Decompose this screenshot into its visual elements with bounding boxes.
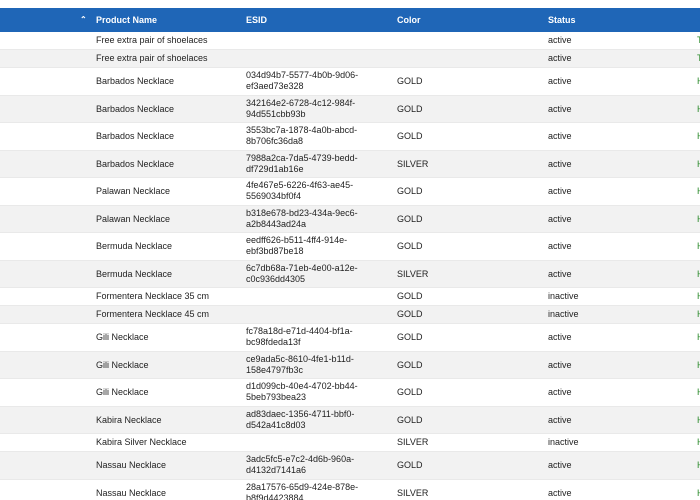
- cell-product-name: Barbados Necklace: [96, 158, 175, 169]
- cell-product-name: Bermuda Necklace: [96, 268, 173, 279]
- cell-product-name: Palawan Necklace: [96, 213, 171, 224]
- cell-color: SILVER: [397, 437, 429, 447]
- cell-product-name: Nassau Necklace: [96, 487, 167, 498]
- cell-color: SILVER: [397, 158, 429, 169]
- cell-color: GOLD: [397, 213, 423, 224]
- cell-esid: 3553bc7a-1878-4a0b-abcd-8b706fc36da8: [246, 125, 358, 146]
- table-row[interactable]: Formentera Necklace 35 cmGOLDinactiveH: [0, 288, 700, 306]
- cell-esid: b318e678-bd23-434a-9ec6-a2b8443ad24a: [246, 207, 358, 229]
- table-row[interactable]: Barbados Necklace 034d94b7-5577-4b0b-9d06…: [0, 68, 700, 96]
- cell-status: active: [548, 460, 572, 470]
- cell-status: inactive: [548, 437, 579, 447]
- cell-esid: ce9ada5c-8610-4fe1-b11d-158e4797fb3c: [246, 353, 354, 375]
- cell-status: active: [548, 213, 572, 224]
- cell-product-name: Palawan Necklace: [96, 186, 171, 196]
- cell-product-name: Free extra pair of shoelaces: [96, 53, 208, 63]
- cell-status: active: [548, 186, 572, 196]
- cell-status: active: [548, 387, 572, 397]
- cell-esid: eedff626-b511-4ff4-914e-ebf3bd87be18: [246, 235, 348, 256]
- cell-status: active: [548, 414, 572, 425]
- table-row[interactable]: Gili Necklace d1d099cb-40e4-4702-bb44-5be…: [0, 379, 700, 407]
- cell-status: active: [548, 35, 572, 45]
- table-row[interactable]: Barbados Necklace 7988a2ca-7da5-4739-bedd…: [0, 150, 700, 178]
- cell-product-name: Formentera Necklace 35 cm: [96, 291, 210, 301]
- table-row[interactable]: Gili Necklace fc78a18d-e71d-4404-bf1a-bc9…: [0, 324, 700, 352]
- cell-product-name: Kabira Necklace: [96, 414, 162, 425]
- cell-product-name: Nassau Necklace: [96, 460, 167, 470]
- cell-esid: ad83daec-1356-4711-bbf0-d542a41c8d03: [246, 408, 355, 430]
- column-header-product-name[interactable]: Product Name: [96, 8, 157, 32]
- table-row[interactable]: Kabira Necklace ad83daec-1356-4711-bbf0-d…: [0, 406, 700, 434]
- cell-status: active: [548, 103, 572, 114]
- cell-color: GOLD: [397, 131, 423, 141]
- sort-ascending-icon[interactable]: ⌃: [80, 8, 87, 32]
- cell-product-name: Free extra pair of shoelaces: [96, 35, 208, 45]
- table-row[interactable]: Palawan Necklace 4fe467e5-6226-4f63-ae45-…: [0, 178, 700, 206]
- cell-color: GOLD: [397, 387, 423, 397]
- cell-color: GOLD: [397, 332, 423, 342]
- cell-esid: 28a17576-65d9-424e-878e-b8f9d4423884: [246, 481, 359, 500]
- cell-esid: 3adc5fc5-e7c2-4d6b-960a-d4132d7141a6: [246, 454, 355, 475]
- cell-color: GOLD: [397, 76, 423, 86]
- table-row[interactable]: Nassau Necklace 3adc5fc5-e7c2-4d6b-960a-d…: [0, 452, 700, 480]
- cell-color: GOLD: [397, 241, 423, 251]
- table-row[interactable]: Gili Necklace ce9ada5c-8610-4fe1-b11d-158…: [0, 351, 700, 379]
- cell-product-name: Gili Necklace: [96, 359, 149, 370]
- cell-esid: 6c7db68a-71eb-4e00-a12e-c0c936dd4305: [246, 262, 358, 284]
- cell-color: GOLD: [397, 460, 423, 470]
- column-header-esid[interactable]: ESID: [246, 8, 267, 32]
- cell-status: active: [548, 332, 572, 342]
- cell-esid: d1d099cb-40e4-4702-bb44-5beb793bea23: [246, 381, 358, 402]
- table-row[interactable]: Nassau Necklace 28a17576-65d9-424e-878e-b…: [0, 480, 700, 500]
- table-row[interactable]: Barbados Necklace 342164e2-6728-4c12-984f…: [0, 95, 700, 123]
- cell-esid: 4fe467e5-6226-4f63-ae45-5569034bf0f4: [246, 180, 354, 201]
- cell-product-name: Gili Necklace: [96, 332, 149, 342]
- table-row[interactable]: Free extra pair of shoelaces active T: [0, 32, 700, 50]
- cell-color: SILVER: [397, 268, 429, 279]
- cell-product-name: Barbados Necklace: [96, 103, 175, 114]
- column-header-status[interactable]: Status: [548, 8, 576, 32]
- cell-esid: 342164e2-6728-4c12-984f-94d551cbb93b: [246, 97, 356, 119]
- table-row[interactable]: Free extra pair of shoelaces active T: [0, 50, 700, 68]
- cell-status: inactive: [548, 291, 579, 301]
- column-header-color[interactable]: Color: [397, 8, 421, 32]
- table-header: ⌃ Product Name ESID Color Status: [0, 8, 700, 32]
- cell-product-name: Barbados Necklace: [96, 131, 175, 141]
- cell-color: GOLD: [397, 309, 423, 319]
- cell-product-name: Bermuda Necklace: [96, 241, 173, 251]
- cell-status: active: [548, 53, 572, 63]
- cell-color: GOLD: [397, 103, 423, 114]
- cell-status: inactive: [548, 309, 579, 319]
- cell-status: active: [548, 158, 572, 169]
- cell-color: GOLD: [397, 291, 423, 301]
- table-row[interactable]: Bermuda Necklace 6c7db68a-71eb-4e00-a12e-…: [0, 260, 700, 288]
- table-body: Free extra pair of shoelaces active T Free …: [0, 32, 700, 500]
- cell-product-name: Barbados Necklace: [96, 76, 175, 86]
- table-row[interactable]: Kabira Silver NecklaceSILVERinactiveH: [0, 434, 700, 452]
- cell-esid: 7988a2ca-7da5-4739-bedd-df729d1ab16e: [246, 152, 358, 174]
- cell-color: SILVER: [397, 487, 429, 498]
- table-row[interactable]: Barbados Necklace 3553bc7a-1878-4a0b-abcd…: [0, 123, 700, 151]
- cell-status: active: [548, 131, 572, 141]
- cell-product-name: Gili Necklace: [96, 387, 149, 397]
- cell-color: GOLD: [397, 414, 423, 425]
- products-table: ⌃ Product Name ESID Color Status Free ex…: [0, 0, 700, 500]
- cell-status: active: [548, 241, 572, 251]
- table-row[interactable]: Formentera Necklace 45 cmGOLDinactiveH: [0, 306, 700, 324]
- cell-color: GOLD: [397, 359, 423, 370]
- cell-product-name: Kabira Silver Necklace: [96, 437, 187, 447]
- cell-status: active: [548, 76, 572, 86]
- cell-status: active: [548, 487, 572, 498]
- cell-esid: fc78a18d-e71d-4404-bf1a-bc98fdeda13f: [246, 326, 353, 347]
- cell-product-name: Formentera Necklace 45 cm: [96, 309, 210, 319]
- cell-status: active: [548, 268, 572, 279]
- cell-esid: 034d94b7-5577-4b0b-9d06-ef3aed73e328: [246, 70, 359, 91]
- cell-color: GOLD: [397, 186, 423, 196]
- table-row[interactable]: Palawan Necklace b318e678-bd23-434a-9ec6-…: [0, 205, 700, 233]
- table-row[interactable]: Bermuda Necklace eedff626-b511-4ff4-914e-…: [0, 233, 700, 261]
- cell-status: active: [548, 359, 572, 370]
